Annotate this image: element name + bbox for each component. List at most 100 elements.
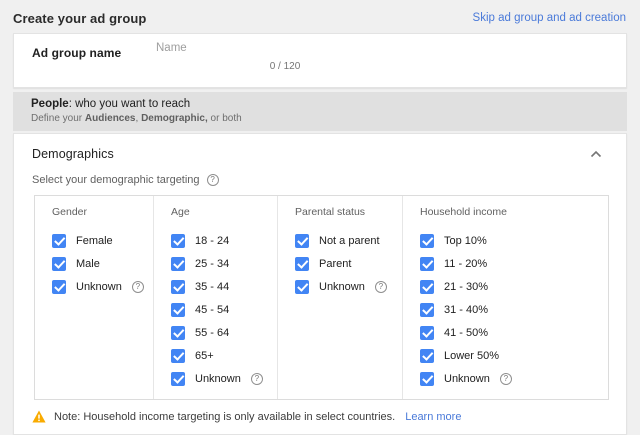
chevron-up-icon bbox=[590, 150, 602, 158]
checkbox-label: Unknown bbox=[76, 281, 122, 293]
checkbox-checked-icon[interactable] bbox=[420, 280, 434, 294]
column-header: Household income bbox=[420, 206, 608, 218]
checkbox-row-18-24[interactable]: 18 - 24 bbox=[171, 229, 277, 252]
people-banner-title-rest: : who you want to reach bbox=[69, 98, 190, 110]
column-header: Gender bbox=[52, 206, 153, 218]
checkbox-checked-icon[interactable] bbox=[420, 326, 434, 340]
checkbox-row-45-54[interactable]: 45 - 54 bbox=[171, 298, 277, 321]
checkbox-checked-icon[interactable] bbox=[171, 257, 185, 271]
checkbox-checked-icon[interactable] bbox=[171, 326, 185, 340]
household-income-note: Note: Household income targeting is only… bbox=[32, 410, 626, 423]
demographics-title: Demographics bbox=[32, 147, 114, 161]
checkbox-checked-icon[interactable] bbox=[420, 234, 434, 248]
demographics-column-household-income: Household income Top 10% 11 - 20% 21 - 30% 3… bbox=[403, 196, 608, 399]
checkbox-row-top-10-[interactable]: Top 10% bbox=[420, 229, 608, 252]
checkbox-row-11-20-[interactable]: 11 - 20% bbox=[420, 252, 608, 275]
checkbox-checked-icon[interactable] bbox=[420, 349, 434, 363]
demographics-column-age: Age 18 - 24 25 - 34 35 - 44 45 - 54 55 - 64 65… bbox=[154, 196, 278, 399]
checkbox-row-unknown[interactable]: Unknown bbox=[420, 367, 608, 390]
note-text: Note: Household income targeting is only… bbox=[54, 411, 395, 423]
checkbox-row-lower-50-[interactable]: Lower 50% bbox=[420, 344, 608, 367]
checkbox-label: 21 - 30% bbox=[444, 281, 488, 293]
column-header: Age bbox=[171, 206, 277, 218]
checkbox-checked-icon[interactable] bbox=[171, 303, 185, 317]
collapse-section-button[interactable] bbox=[590, 150, 602, 158]
help-icon[interactable] bbox=[375, 281, 387, 293]
people-banner-subtitle-segment: Define your bbox=[31, 113, 85, 124]
checkbox-label: Male bbox=[76, 258, 100, 270]
checkbox-label: Unknown bbox=[195, 373, 241, 385]
checkbox-row-35-44[interactable]: 35 - 44 bbox=[171, 275, 277, 298]
checkbox-label: Unknown bbox=[444, 373, 490, 385]
skip-ad-group-link[interactable]: Skip ad group and ad creation bbox=[473, 12, 626, 24]
checkbox-label: Lower 50% bbox=[444, 350, 499, 362]
help-icon[interactable] bbox=[132, 281, 144, 293]
checkbox-label: 55 - 64 bbox=[195, 327, 229, 339]
checkbox-checked-icon[interactable] bbox=[52, 257, 66, 271]
people-banner-subtitle-segment: or both bbox=[208, 113, 242, 124]
checkbox-label: Female bbox=[76, 235, 113, 247]
column-header: Parental status bbox=[295, 206, 402, 218]
checkbox-row-female[interactable]: Female bbox=[52, 229, 153, 252]
ad-group-name-input[interactable] bbox=[156, 42, 316, 54]
checkbox-row-parent[interactable]: Parent bbox=[295, 252, 402, 275]
checkbox-checked-icon[interactable] bbox=[52, 234, 66, 248]
checkbox-row-25-34[interactable]: 25 - 34 bbox=[171, 252, 277, 275]
checkbox-checked-icon[interactable] bbox=[295, 257, 309, 271]
checkbox-checked-icon[interactable] bbox=[171, 234, 185, 248]
checkbox-label: Not a parent bbox=[319, 235, 380, 247]
checkbox-label: 31 - 40% bbox=[444, 304, 488, 316]
checkbox-row-21-30-[interactable]: 21 - 30% bbox=[420, 275, 608, 298]
checkbox-row-41-50-[interactable]: 41 - 50% bbox=[420, 321, 608, 344]
demographic-targeting-subtitle: Select your demographic targeting bbox=[32, 174, 626, 186]
checkbox-label: 45 - 54 bbox=[195, 304, 229, 316]
checkbox-row-not-a-parent[interactable]: Not a parent bbox=[295, 229, 402, 252]
checkbox-checked-icon[interactable] bbox=[420, 372, 434, 386]
demographics-table: Gender Female Male Unknown Age 18 - 24 25 - 34… bbox=[34, 195, 609, 400]
help-icon[interactable] bbox=[500, 373, 512, 385]
checkbox-label: 25 - 34 bbox=[195, 258, 229, 270]
help-icon[interactable] bbox=[251, 373, 263, 385]
demographic-targeting-label: Select your demographic targeting bbox=[32, 174, 200, 186]
checkbox-label: Unknown bbox=[319, 281, 365, 293]
checkbox-label: 11 - 20% bbox=[444, 258, 487, 270]
people-banner-title: People: who you want to reach bbox=[31, 97, 609, 112]
checkbox-label: Parent bbox=[319, 258, 351, 270]
demographics-column-gender: Gender Female Male Unknown bbox=[35, 196, 154, 399]
checkbox-checked-icon[interactable] bbox=[295, 234, 309, 248]
learn-more-link[interactable]: Learn more bbox=[405, 411, 461, 423]
character-counter: 0 / 120 bbox=[254, 61, 316, 72]
people-banner-title-bold: People bbox=[31, 98, 69, 110]
checkbox-row-male[interactable]: Male bbox=[52, 252, 153, 275]
warning-icon bbox=[32, 410, 46, 423]
checkbox-checked-icon[interactable] bbox=[171, 349, 185, 363]
checkbox-label: 41 - 50% bbox=[444, 327, 488, 339]
checkbox-label: 35 - 44 bbox=[195, 281, 229, 293]
people-banner-subtitle-segment: Audiences bbox=[85, 113, 136, 124]
checkbox-row-unknown[interactable]: Unknown bbox=[52, 275, 153, 298]
checkbox-checked-icon[interactable] bbox=[420, 303, 434, 317]
checkbox-label: 18 - 24 bbox=[195, 235, 229, 247]
checkbox-label: Top 10% bbox=[444, 235, 487, 247]
checkbox-row-55-64[interactable]: 55 - 64 bbox=[171, 321, 277, 344]
people-banner-subtitle-segment: Demographic, bbox=[141, 113, 208, 124]
people-banner: People: who you want to reach Define you… bbox=[13, 92, 627, 131]
checkbox-checked-icon[interactable] bbox=[420, 257, 434, 271]
people-banner-subtitle: Define your Audiences, Demographic, or b… bbox=[31, 112, 609, 125]
checkbox-row-unknown[interactable]: Unknown bbox=[171, 367, 277, 390]
page-header: Create your ad group Skip ad group and a… bbox=[0, 0, 640, 33]
checkbox-checked-icon[interactable] bbox=[52, 280, 66, 294]
demographics-card: Demographics Select your demographic tar… bbox=[13, 133, 627, 435]
checkbox-row-31-40-[interactable]: 31 - 40% bbox=[420, 298, 608, 321]
checkbox-row-unknown[interactable]: Unknown bbox=[295, 275, 402, 298]
checkbox-checked-icon[interactable] bbox=[295, 280, 309, 294]
help-icon[interactable] bbox=[207, 174, 219, 186]
checkbox-checked-icon[interactable] bbox=[171, 372, 185, 386]
checkbox-checked-icon[interactable] bbox=[171, 280, 185, 294]
page-title: Create your ad group bbox=[13, 11, 146, 26]
checkbox-label: 65+ bbox=[195, 350, 214, 362]
ad-group-name-card: Ad group name 0 / 120 bbox=[13, 33, 627, 88]
ad-group-name-label: Ad group name bbox=[32, 46, 121, 60]
demographics-header: Demographics bbox=[14, 134, 626, 161]
checkbox-row-65-[interactable]: 65+ bbox=[171, 344, 277, 367]
